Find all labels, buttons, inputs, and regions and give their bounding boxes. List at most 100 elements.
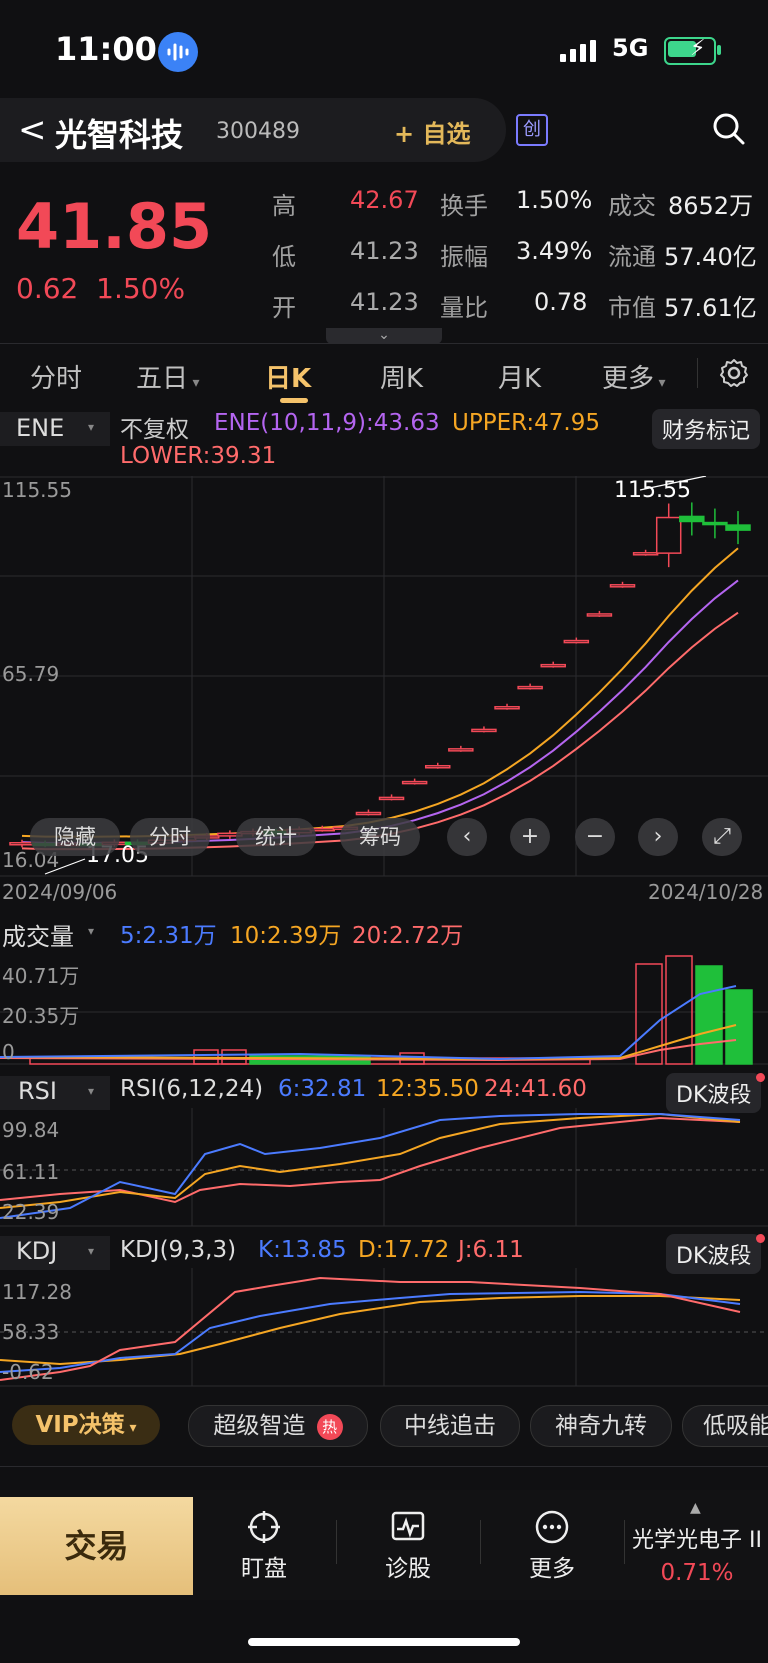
candle (725, 524, 751, 531)
finance-mark-button[interactable]: 财务标记 (652, 409, 761, 449)
tab-active-indicator (280, 398, 308, 403)
status-time: 11:00 (55, 30, 157, 68)
kdj-label: KDJ (16, 1237, 58, 1265)
quote-value: 42.67 (350, 186, 419, 214)
kdj-j: J:6.11 (458, 1237, 524, 1263)
quote-label: 换手 (440, 192, 488, 220)
candle (586, 613, 613, 617)
expand-quote-button[interactable]: ⌄ (326, 328, 442, 344)
chevron-down-icon: ▾ (88, 420, 95, 434)
divider (336, 1520, 337, 1564)
y-axis-label: 0 (2, 1040, 15, 1064)
rsi-selector[interactable]: RSI ▾ (0, 1076, 110, 1110)
candle (471, 728, 497, 733)
tab-intraday[interactable]: 分时 (30, 358, 82, 395)
quote-label: 量比 (440, 294, 488, 322)
network-type: 5G (612, 34, 649, 62)
scroll-right-icon[interactable]: › (638, 818, 678, 856)
chart-grid (0, 476, 768, 877)
volume-selector[interactable]: 成交量 ▾ (0, 916, 110, 951)
watch-label: 盯盘 (241, 1556, 287, 1582)
adjust-mode[interactable]: 不复权 (120, 410, 189, 444)
tab-more-label: 更多 (602, 364, 655, 394)
divider (0, 1466, 768, 1467)
candle (355, 811, 382, 816)
y-axis-label: 117.28 (2, 1280, 72, 1304)
fullscreen-icon[interactable]: ⤢ (702, 818, 742, 856)
candle (494, 706, 520, 710)
quote-value: 57.61亿 (664, 294, 757, 322)
ene-bands (21, 547, 739, 851)
candle (655, 516, 682, 554)
quote-value: 57.40亿 (664, 243, 757, 271)
chip-low-buy[interactable]: 低吸能 (682, 1405, 768, 1447)
voice-assistant-icon[interactable] (158, 32, 198, 72)
diagnose-button[interactable]: 诊股 (358, 1505, 458, 1583)
chevron-up-icon: ▲ (690, 1500, 701, 1516)
chip-mid-term[interactable]: 中线追击 (380, 1405, 520, 1447)
zoom-out-icon[interactable]: − (575, 818, 615, 856)
candle (424, 765, 451, 769)
rsi-chart (0, 1108, 768, 1227)
quote-value: 8652万 (668, 192, 754, 220)
y-axis-label: 20.35万 (2, 1004, 80, 1028)
add-favorite-button[interactable]: + 自选 (394, 114, 470, 149)
y-axis-label: 22.39 (2, 1200, 60, 1224)
tab-weekly-k[interactable]: 周K (380, 358, 423, 395)
rsi-label: RSI (18, 1077, 57, 1105)
sector-name[interactable]: 光学光电子 II (626, 1522, 768, 1554)
candle (378, 796, 405, 801)
tab-five-day-label: 五日 (136, 364, 189, 394)
diagnose-label: 诊股 (385, 1556, 431, 1582)
quote-label: 低 (272, 243, 296, 271)
y-axis-label: -0.62 (2, 1360, 54, 1384)
quote-label: 振幅 (440, 243, 488, 271)
rsi-6-line (0, 1113, 741, 1219)
change-percent: 1.50% (96, 272, 186, 305)
tab-daily-k[interactable]: 日K (265, 358, 311, 395)
vip-label: VIP决策 (35, 1412, 125, 1438)
board-badge: 创 (516, 114, 548, 146)
current-price: 41.85 (16, 190, 213, 263)
y-axis-label: 65.79 (2, 662, 60, 686)
target-icon (214, 1505, 314, 1549)
chips-button[interactable]: 筹码 (340, 818, 420, 856)
rsi-24: 24:41.60 (484, 1076, 587, 1102)
y-axis-label: 40.71万 (2, 964, 80, 988)
settings-gear-icon[interactable] (718, 357, 750, 393)
chip-magic-nine[interactable]: 神奇九转 (530, 1405, 672, 1447)
tab-more[interactable]: 更多 ▾ (602, 358, 666, 395)
y-axis-label: 99.84 (2, 1118, 60, 1142)
quote-label: 开 (272, 294, 296, 322)
signal-icon (560, 40, 600, 66)
more-button[interactable]: 更多 (502, 1505, 602, 1583)
stats-button[interactable]: 统计 (236, 818, 316, 856)
date-end: 2024/10/28 (648, 880, 764, 904)
candle (448, 748, 474, 752)
max-price-marker: 115.55 (614, 478, 691, 503)
candle (632, 552, 659, 556)
search-icon[interactable] (712, 112, 746, 150)
zoom-in-icon[interactable]: + (510, 818, 550, 856)
rsi-params: RSI(6,12,24) (120, 1076, 264, 1102)
volume-ma10: 10:2.39万 (230, 923, 342, 949)
y-axis-label: 61.11 (2, 1160, 60, 1184)
ene-mid-line (21, 579, 739, 844)
watch-button[interactable]: 盯盘 (214, 1505, 314, 1583)
vip-decision-button[interactable]: VIP决策 ▾ (12, 1405, 160, 1445)
trade-button[interactable]: 交易 (0, 1497, 193, 1595)
intraday-button[interactable]: 分时 (130, 818, 210, 856)
indicator-selector[interactable]: ENE ▾ (0, 412, 110, 446)
tab-monthly-k[interactable]: 月K (498, 358, 541, 395)
back-button[interactable]: < (18, 110, 47, 150)
quote-value: 41.23 (350, 288, 419, 316)
dk-band-button[interactable]: DK波段 (666, 1073, 762, 1113)
scroll-left-icon[interactable]: ‹ (447, 818, 487, 856)
kdj-selector[interactable]: KDJ ▾ (0, 1236, 110, 1270)
quote-value: 3.49% (516, 237, 593, 265)
hide-button[interactable]: 隐藏 (30, 818, 120, 856)
tab-five-day[interactable]: 五日 ▾ (136, 358, 200, 395)
divider (624, 1520, 625, 1564)
chip-super-smart[interactable]: 超级智造 热 (188, 1405, 368, 1447)
stock-name: 光智科技 (55, 116, 184, 154)
